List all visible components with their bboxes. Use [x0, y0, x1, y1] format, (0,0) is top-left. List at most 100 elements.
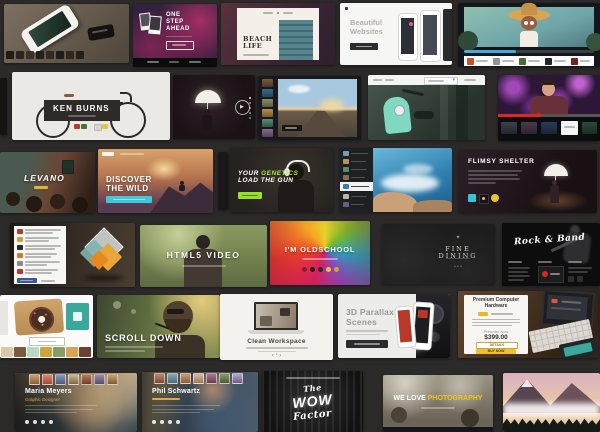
template-thumbnail-edge-partial[interactable]	[0, 78, 7, 135]
rocks	[373, 192, 417, 212]
cta-button-cyan	[106, 196, 152, 203]
slider-dots: • • •	[438, 264, 478, 270]
footer-logo-bar	[133, 58, 217, 67]
cta-button-dark	[346, 340, 388, 348]
template-thumbnail-wow-factor[interactable]: The WOW Factor	[262, 371, 363, 432]
template-gallery-grid: ONE STEP AHEAD BEACHLIFE Beautiful Websi…	[0, 0, 600, 432]
template-thumbnail-beautiful-websites[interactable]: Beautiful Websites	[340, 3, 452, 65]
avatar	[94, 374, 105, 385]
template-thumbnail-food-gallery[interactable]	[0, 295, 93, 358]
playlist-thumb	[541, 122, 557, 134]
road-surface	[296, 111, 346, 137]
template-thumbnail-html5-video[interactable]: HTML5 VIDEO	[140, 225, 267, 287]
template-thumbnail-ken-burns[interactable]: KEN BURNS	[12, 72, 170, 140]
glass-cube-render	[76, 229, 130, 281]
template-thumbnail-3d-parallax[interactable]: 3D ParallaxScenes	[338, 294, 450, 358]
avatar	[206, 373, 217, 384]
tile-title: 3D ParallaxScenes	[346, 308, 394, 328]
app-icon	[16, 51, 24, 59]
diner-silhouette	[26, 196, 42, 212]
tile-title: WE LOVE PHOTOGRAPHY	[383, 395, 493, 402]
avatar	[180, 373, 191, 384]
tile-title: HTML5 VIDEO	[140, 251, 267, 261]
beach-card: BEACHLIFE	[237, 8, 319, 60]
video-playlist	[498, 117, 600, 141]
template-thumbnail-we-love-photography[interactable]: WE LOVE PHOTOGRAPHY	[383, 375, 493, 432]
snow-cap	[521, 379, 533, 387]
template-thumbnail-beach-life[interactable]: BEACHLIFE	[221, 3, 335, 65]
avatar	[219, 373, 230, 384]
iphone-mockup	[19, 4, 80, 55]
member-name: Maria Meyers	[25, 388, 72, 396]
scooter-headlight	[394, 105, 405, 116]
video-frame	[464, 7, 594, 47]
foliage	[458, 31, 478, 51]
foliage	[586, 33, 600, 51]
social-icon	[41, 420, 45, 424]
avatar	[55, 374, 66, 385]
template-thumbnail-cartoon-video-player[interactable]	[458, 3, 600, 67]
member-name: Phil Schwartz	[152, 388, 200, 396]
tile-title: Beautiful Websites	[350, 19, 396, 36]
video-frame-bokeh	[498, 75, 600, 117]
app-icon	[6, 51, 14, 59]
template-thumbnail-flimsy-shelter[interactable]: FLIMSY SHELTER	[458, 150, 597, 213]
template-thumbnail-iphone-app[interactable]	[4, 4, 129, 63]
social-icon	[168, 420, 172, 424]
rating-badge	[478, 312, 488, 316]
diamond-icon: ✦	[438, 234, 478, 241]
member-role-bar	[152, 398, 180, 400]
template-thumbnail-levano[interactable]: LEVANO	[0, 152, 95, 213]
nav-logo-chip	[102, 152, 114, 156]
gallery-list	[340, 148, 373, 212]
list-thumb	[343, 175, 349, 180]
template-thumbnail-ocean-gallery[interactable]	[340, 148, 452, 212]
template-thumbnail-discover-the-wild[interactable]: DISCOVERTHE WILD	[98, 149, 213, 213]
template-thumbnail-maria-meyers[interactable]: Maria Meyers Graphic Designer	[15, 373, 137, 432]
template-thumbnail-im-oldschool[interactable]: I'M OLDSCHOOL	[270, 221, 370, 285]
template-thumbnail-clean-workspace[interactable]: Clean Workspace ‹ ● ›	[220, 294, 333, 360]
template-thumbnail-narrow-partial[interactable]	[218, 152, 228, 210]
teal-button-icon	[468, 194, 476, 202]
template-thumbnail-scooter-site[interactable]: ▾	[368, 75, 485, 140]
pink-dot	[409, 22, 413, 26]
template-thumbnail-your-genetics[interactable]: YOUR GENETICS LOAD THE GUN	[230, 148, 333, 212]
flag-icon	[74, 124, 80, 129]
thumb-strip	[262, 79, 274, 137]
app-icon	[46, 51, 54, 59]
wave-foam	[403, 164, 433, 174]
tile-title: BEACHLIFE	[243, 36, 272, 51]
food-thumbs-strip	[0, 347, 93, 358]
price: $399.00	[464, 334, 528, 341]
template-thumbnail-premium-hardware[interactable]: Premium ComputerHardware Preorder Now $3…	[458, 291, 598, 358]
sunglasses	[167, 309, 184, 314]
template-thumbnail-video-channel[interactable]	[498, 75, 600, 141]
template-thumbnail-fine-dining[interactable]: ✦ FINE DINING • • •	[382, 224, 495, 284]
template-thumbnail-rock-band[interactable]: Rock & Band	[502, 223, 600, 286]
title-box: KEN BURNS	[44, 100, 120, 121]
list-thumb	[343, 151, 349, 156]
template-thumbnail-scroll-down[interactable]: SCROLL DOWN	[97, 295, 220, 358]
avatar	[68, 374, 79, 385]
playlist-thumb	[571, 58, 578, 65]
umbrella-canopy	[195, 90, 221, 103]
wall-frame	[62, 160, 74, 174]
app-icons-row	[6, 51, 96, 60]
template-thumbnail-news-cube[interactable]	[10, 223, 135, 287]
bokeh	[131, 309, 136, 314]
template-thumbnail-umbrella-video[interactable]: ▶	[173, 75, 255, 139]
cartoon-character-dress	[520, 31, 538, 47]
template-thumbnail-mountain-landscape[interactable]	[503, 373, 600, 432]
avatar	[42, 374, 53, 385]
social-icon	[25, 420, 29, 424]
template-thumbnail-road-carousel[interactable]	[258, 76, 361, 140]
presenter-hair	[541, 79, 556, 85]
phone-mockup	[420, 10, 441, 62]
app-icon	[66, 51, 74, 59]
app-icon	[56, 51, 64, 59]
template-thumbnail-phil-schwartz[interactable]: Phil Schwartz	[142, 372, 258, 432]
strip-thumb	[262, 79, 273, 87]
title-yellow: PHOTOGRAPHY	[428, 395, 483, 402]
tile-title: SCROLL DOWN	[105, 333, 182, 343]
template-thumbnail-one-step-ahead[interactable]: ONE STEP AHEAD	[133, 4, 217, 67]
